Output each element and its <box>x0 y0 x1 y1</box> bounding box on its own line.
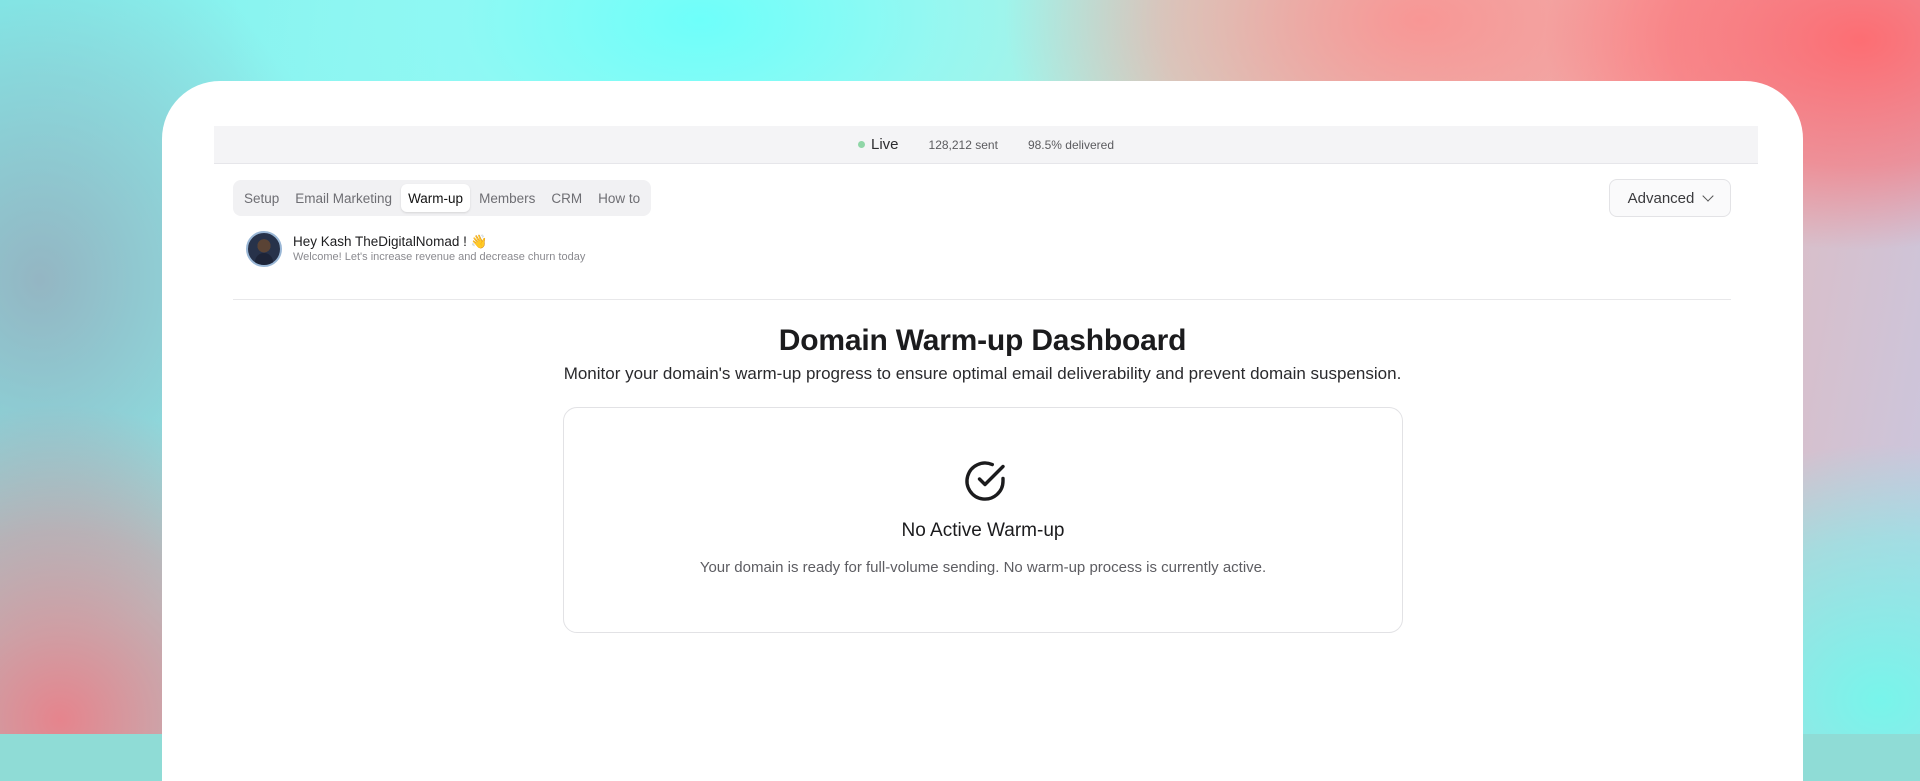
live-indicator: Live <box>858 136 899 153</box>
greeting-subtitle: Welcome! Let's increase revenue and decr… <box>293 251 586 263</box>
chevron-down-icon <box>1702 190 1715 202</box>
tab-email-marketing[interactable]: Email Marketing <box>288 184 399 212</box>
page-title: Domain Warm-up Dashboard <box>778 324 1187 357</box>
tab-crm[interactable]: CRM <box>544 184 589 212</box>
check-circle-icon <box>965 461 1005 501</box>
page-subtitle: Monitor your domain's warm-up progress t… <box>563 364 1402 383</box>
empty-state-text: Your domain is ready for full-volume sen… <box>699 559 1267 576</box>
advanced-label: Advanced <box>1627 189 1695 207</box>
avatar <box>246 231 282 267</box>
status-bar: Live 128,212 sent 98.5% delivered <box>214 126 1758 164</box>
empty-state-card: No Active Warm-up Your domain is ready f… <box>563 407 1403 633</box>
live-label: Live <box>871 136 899 153</box>
tab-how-to[interactable]: How to <box>591 184 647 212</box>
divider <box>233 299 1731 300</box>
advanced-dropdown[interactable]: Advanced <box>1609 179 1731 217</box>
tab-setup[interactable]: Setup <box>237 184 286 212</box>
greeting-title: Hey Kash TheDigitalNomad ! 👋 <box>293 234 488 249</box>
tab-members[interactable]: Members <box>472 184 542 212</box>
sent-count: 128,212 sent <box>928 137 998 152</box>
delivered-rate: 98.5% delivered <box>1027 137 1114 152</box>
app-window: Live 128,212 sent 98.5% delivered Setup … <box>162 81 1803 781</box>
tab-bar: Setup Email Marketing Warm-up Members CR… <box>233 180 652 216</box>
tab-warm-up[interactable]: Warm-up <box>401 184 471 212</box>
live-dot-icon <box>858 141 865 148</box>
empty-state-title: No Active Warm-up <box>901 520 1065 541</box>
greeting: Hey Kash TheDigitalNomad ! 👋 Welcome! Le… <box>246 231 585 267</box>
